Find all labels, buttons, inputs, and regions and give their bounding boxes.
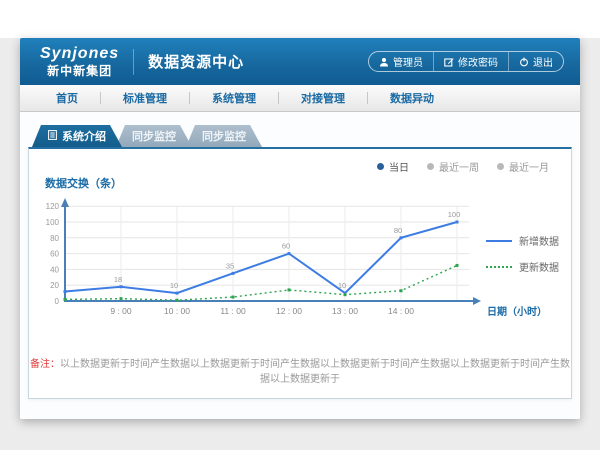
svg-text:60: 60 — [50, 250, 59, 259]
person-icon — [379, 57, 389, 67]
svg-text:18: 18 — [114, 275, 122, 284]
svg-text:13 : 00: 13 : 00 — [332, 306, 358, 316]
svg-text:10: 10 — [338, 281, 346, 290]
nav-item-data-change[interactable]: 数据异动 — [368, 90, 456, 106]
time-range-filters: 当日 最近一周 最近一月 — [377, 159, 549, 174]
document-icon — [48, 130, 57, 143]
svg-text:120: 120 — [46, 202, 60, 211]
main-nav: 首页 标准管理 系统管理 对接管理 数据异动 — [20, 85, 580, 112]
page-title: 数据资源中心 — [148, 51, 244, 72]
blue-line-icon — [486, 240, 512, 242]
change-password-button[interactable]: 修改密码 — [433, 52, 508, 71]
app-header: Synjones 新中新集团 数据资源中心 管理员 修改密码 — [20, 38, 580, 85]
tab-label: 同步监控 — [202, 128, 246, 144]
chart-panel: 当日 最近一周 最近一月 数据交换（条） 0 20 40 60 80 100 120 9 : … — [28, 147, 572, 399]
brand-name: Synjones — [40, 46, 119, 62]
legend-label: 更新数据 — [519, 259, 559, 274]
chart-legend: 新增数据 更新数据 — [486, 233, 559, 274]
edit-icon — [444, 57, 454, 67]
tab-sync-monitor-1[interactable]: 同步监控 — [116, 125, 192, 147]
user-label: 管理员 — [393, 54, 423, 69]
nav-item-interface-mgmt[interactable]: 对接管理 — [279, 90, 367, 106]
logout-label: 退出 — [533, 54, 553, 69]
tab-label: 同步监控 — [132, 128, 176, 144]
logo: Synjones 新中新集团 — [40, 46, 119, 77]
svg-text:80: 80 — [50, 234, 59, 243]
svg-text:9 : 00: 9 : 00 — [110, 306, 132, 316]
footnote-prefix: 备注： — [30, 359, 60, 370]
radio-unselected-icon — [427, 163, 434, 170]
chart-y-axis-title: 数据交换（条） — [45, 175, 122, 191]
nav-item-home[interactable]: 首页 — [34, 90, 100, 106]
svg-text:14 : 00: 14 : 00 — [388, 306, 414, 316]
svg-text:100: 100 — [46, 218, 60, 227]
svg-text:100: 100 — [448, 210, 461, 219]
svg-text:12 : 00: 12 : 00 — [276, 306, 302, 316]
legend-item-new-data[interactable]: 新增数据 — [486, 233, 559, 248]
svg-text:10: 10 — [170, 281, 178, 290]
filter-today[interactable]: 当日 — [377, 159, 409, 174]
tab-system-intro[interactable]: 系统介绍 — [32, 125, 122, 147]
brand-subtitle: 新中新集团 — [47, 65, 112, 77]
svg-text:20: 20 — [50, 281, 59, 290]
change-password-label: 修改密码 — [458, 54, 498, 69]
user-menu-button[interactable]: 管理员 — [369, 52, 433, 71]
filter-label: 最近一周 — [439, 159, 479, 174]
filter-last-week[interactable]: 最近一周 — [427, 159, 479, 174]
header-divider — [133, 49, 134, 75]
footnote: 备注：以上数据更新于时间产生数据以上数据更新于时间产生数据以上数据更新于时间产生… — [29, 355, 571, 385]
app-window: Synjones 新中新集团 数据资源中心 管理员 修改密码 — [20, 38, 580, 419]
radio-unselected-icon — [497, 163, 504, 170]
svg-text:10 : 00: 10 : 00 — [164, 306, 190, 316]
power-icon — [519, 57, 529, 67]
user-controls: 管理员 修改密码 退出 — [368, 51, 564, 72]
filter-label: 最近一月 — [509, 159, 549, 174]
nav-item-standard-mgmt[interactable]: 标准管理 — [101, 90, 189, 106]
svg-text:日期（小时）: 日期（小时） — [487, 305, 547, 318]
tab-bar: 系统介绍 同步监控 同步监控 — [32, 125, 572, 147]
content-area: 系统介绍 同步监控 同步监控 当日 最近一周 — [20, 112, 580, 419]
filter-label: 当日 — [389, 159, 409, 174]
radio-selected-icon — [377, 163, 384, 170]
logout-button[interactable]: 退出 — [508, 52, 563, 71]
browser-top-strip — [0, 0, 600, 38]
svg-text:0: 0 — [55, 297, 60, 306]
svg-text:60: 60 — [282, 242, 290, 251]
legend-label: 新增数据 — [519, 233, 559, 248]
tab-label: 系统介绍 — [62, 128, 106, 144]
svg-text:35: 35 — [226, 261, 234, 270]
svg-text:11 : 00: 11 : 00 — [220, 306, 246, 316]
svg-text:40: 40 — [50, 265, 59, 274]
tab-sync-monitor-2[interactable]: 同步监控 — [186, 125, 262, 147]
legend-item-updated-data[interactable]: 更新数据 — [486, 259, 559, 274]
svg-text:80: 80 — [394, 226, 402, 235]
green-dotted-line-icon — [486, 266, 512, 268]
footnote-text: 以上数据更新于时间产生数据以上数据更新于时间产生数据以上数据更新于时间产生数据以… — [60, 359, 570, 385]
filter-last-month[interactable]: 最近一月 — [497, 159, 549, 174]
nav-item-system-mgmt[interactable]: 系统管理 — [190, 90, 278, 106]
